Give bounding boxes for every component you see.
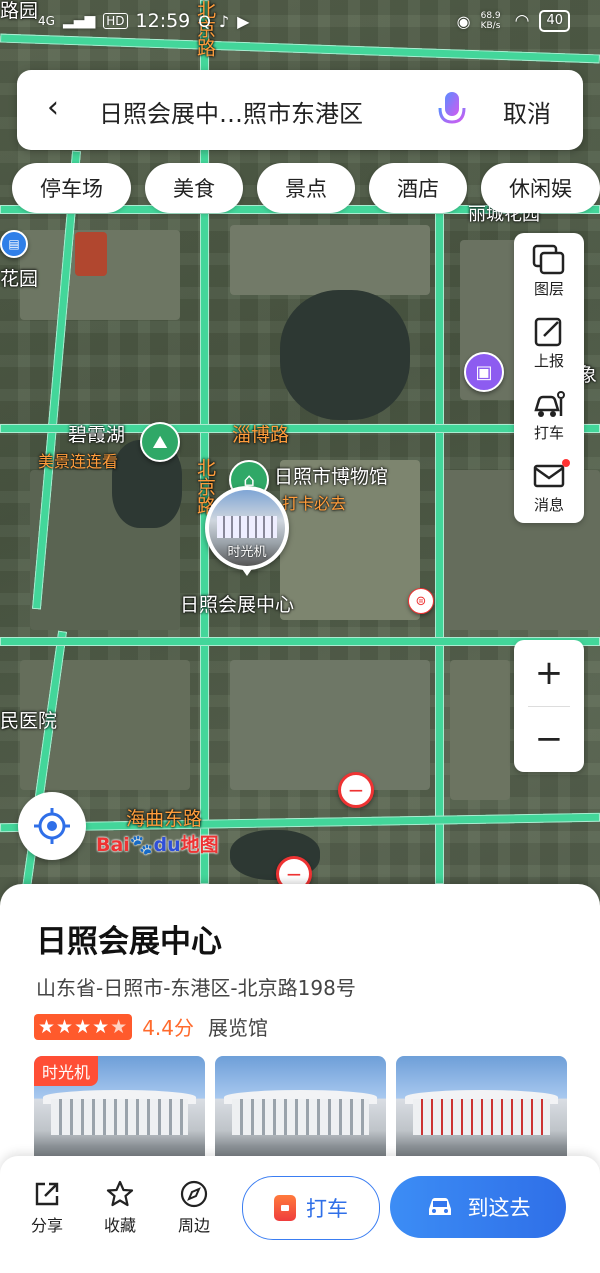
place-category: 展览馆 [208, 1016, 268, 1040]
map-label-bixia-tag: 美景连连看 [38, 452, 119, 471]
favorite-button[interactable]: 收藏 [92, 1180, 148, 1236]
chip-hotels[interactable]: 酒店 [369, 163, 467, 213]
nearby-button[interactable]: 周边 [166, 1180, 222, 1236]
wifi-icon: ◠ [514, 11, 530, 31]
cancel-button[interactable]: 取消 [503, 94, 551, 129]
park-pin-icon[interactable]: ⛰ [140, 422, 180, 462]
share-label: 分享 [30, 1216, 63, 1235]
bank-pin-icon[interactable]: ⊜ [408, 588, 434, 614]
location-status-icon: ◉ [456, 11, 471, 31]
tool-layers-label: 图层 [533, 279, 564, 298]
logo-paw-icon: 🐾 [129, 834, 154, 856]
tool-report[interactable]: 上报 [514, 307, 584, 379]
selected-place-marker[interactable]: 时光机 [205, 486, 289, 576]
taxi-button-label: 打车 [306, 1197, 348, 1221]
shopping-pin-icon[interactable]: ▣ [464, 352, 504, 392]
place-name: 日照会展中心 [36, 924, 222, 960]
locate-icon [34, 808, 70, 844]
map-label-garden: 花园 [0, 268, 39, 290]
signal-icon: ▂▄▆ [62, 13, 96, 29]
network-speed: 68.9 KB/s [480, 11, 501, 31]
tiktok-icon: ♪ [218, 11, 230, 31]
place-address: 山东省-日照市-东港区-北京路198号 [36, 976, 356, 1000]
logo-text-bai: Bai [96, 834, 130, 856]
map-label-haiqu-east-road: 海曲东路 [126, 808, 203, 830]
tool-taxi[interactable]: 打车 [514, 379, 584, 451]
search-app-icon: Q [198, 11, 211, 31]
marker-photo: 时光机 [209, 490, 285, 566]
share-icon [35, 1182, 59, 1206]
search-bar[interactable]: ‹ 日照会展中…照市东港区 取消 [17, 70, 583, 150]
baidu-map-logo: Bai🐾du地图 [96, 830, 219, 857]
zoom-out-button[interactable]: − [514, 706, 584, 772]
zoom-control: + − [514, 640, 584, 772]
building-pin-icon[interactable]: ▤ [0, 230, 28, 258]
tool-messages-label: 消息 [533, 495, 564, 514]
rating-row: ★★★★ ★ 4.4分 展览馆 [34, 1012, 268, 1041]
marker-time-machine-label: 时光机 [227, 545, 267, 560]
map-label-museum-tag: 打卡必去 [282, 494, 347, 513]
no-entry-icon: − [338, 772, 374, 808]
rating-stars-icon: ★★★★ ★ [34, 1013, 133, 1040]
nearby-label: 周边 [177, 1216, 210, 1235]
search-query[interactable]: 日照会展中…照市东港区 [99, 94, 363, 129]
hd-label: HD [103, 13, 128, 29]
taxi-button[interactable]: 打车 [242, 1176, 380, 1240]
report-icon [534, 317, 562, 346]
taxi-app-icon [274, 1195, 296, 1221]
taxi-icon [534, 390, 565, 417]
car-icon [428, 1198, 451, 1215]
share-button[interactable]: 分享 [19, 1180, 75, 1236]
zoom-in-button[interactable]: + [514, 640, 584, 706]
map-label-zibo-road: 淄博路 [232, 424, 290, 446]
map-label-museum: 日照市博物馆 [274, 466, 389, 488]
rating-score: 4.4分 [142, 1016, 194, 1040]
go-here-button[interactable]: 到这去 [390, 1176, 566, 1238]
back-icon[interactable]: ‹ [47, 90, 59, 125]
tool-taxi-label: 打车 [533, 423, 564, 442]
chip-parking[interactable]: 停车场 [12, 163, 131, 213]
logo-text-du: du [153, 834, 181, 856]
favorite-label: 收藏 [103, 1216, 136, 1235]
star-icon [106, 1180, 134, 1207]
compass-icon [180, 1180, 208, 1208]
map-side-toolbar: 图层 上报 打车 消息 [514, 233, 584, 523]
tool-messages[interactable]: 消息 [514, 451, 584, 523]
chip-leisure[interactable]: 休闲娱 [481, 163, 600, 213]
layers-icon [532, 244, 565, 274]
logo-text-map: 地图 [180, 834, 219, 856]
message-icon [533, 464, 565, 487]
status-bar: 4G ▂▄▆ HD 12:59 Q ♪ ▶ ◉ 68.9 KB/s ◠ 40 [0, 0, 600, 44]
tool-layers[interactable]: 图层 [514, 235, 584, 307]
map-label-bixia-lake: 碧霞湖 [68, 424, 126, 446]
action-bar: 分享 收藏 周边 打车 到这去 [0, 1156, 600, 1273]
chip-attractions[interactable]: 景点 [257, 163, 355, 213]
go-here-label: 到这去 [467, 1196, 531, 1220]
chip-food[interactable]: 美食 [145, 163, 243, 213]
app-icon: ▶ [237, 11, 250, 31]
clock: 12:59 [135, 10, 191, 32]
unread-dot [562, 459, 570, 467]
map-label-hospital: 民医院 [0, 710, 58, 732]
battery-icon: 40 [539, 10, 570, 32]
tool-report-label: 上报 [533, 351, 564, 370]
category-chips: 停车场 美食 景点 酒店 休闲娱 [12, 163, 600, 213]
locate-me-button[interactable] [18, 792, 86, 860]
map-label-expo-center: 日照会展中心 [180, 594, 295, 616]
photo-time-machine-tag: 时光机 [34, 1056, 99, 1086]
network-label: 4G [38, 14, 55, 28]
microphone-icon[interactable] [435, 90, 469, 130]
